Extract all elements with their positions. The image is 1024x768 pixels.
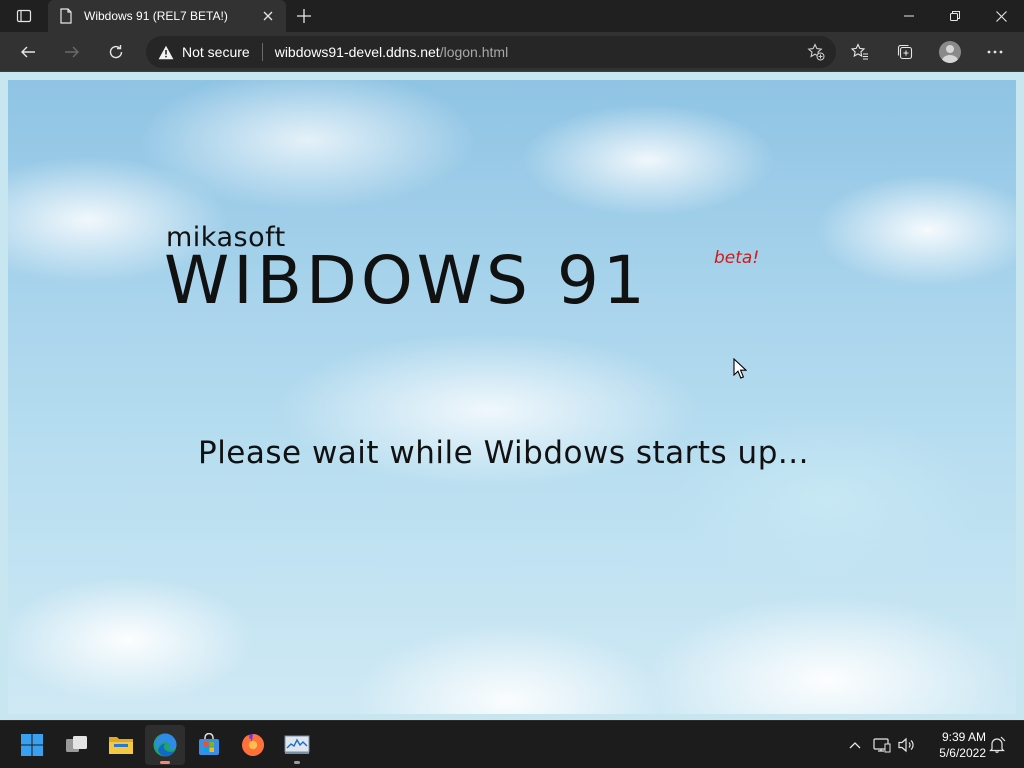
favorites-icon — [851, 43, 868, 60]
clock-date: 5/6/2022 — [939, 746, 986, 760]
close-icon — [995, 10, 1007, 22]
restore-button[interactable] — [932, 0, 978, 32]
more-icon — [987, 50, 1003, 54]
edge-button[interactable] — [145, 725, 185, 765]
windows-logo-icon — [21, 734, 43, 756]
restore-icon — [950, 11, 960, 21]
minimize-icon — [904, 15, 914, 17]
store-button[interactable] — [189, 725, 229, 765]
address-bar[interactable]: Not secure wibdows91-devel.ddns.net/logo… — [146, 36, 836, 68]
minimize-button[interactable] — [886, 0, 932, 32]
browser-tab-bar: Wibdows 91 (REL7 BETA!) — [0, 0, 1024, 32]
page-icon — [58, 8, 74, 24]
clock[interactable]: 9:39 AM 5/6/2022 — [926, 729, 986, 761]
settings-menu-button[interactable] — [979, 36, 1011, 68]
network-icon — [873, 738, 891, 753]
browser-toolbar: Not secure wibdows91-devel.ddns.net/logo… — [0, 32, 1024, 72]
collections-icon — [897, 44, 913, 60]
star-add-icon — [807, 43, 825, 61]
forward-button[interactable] — [56, 36, 88, 68]
task-view-icon — [66, 736, 87, 752]
favorites-button[interactable] — [844, 36, 876, 68]
show-hidden-icons-button[interactable] — [845, 735, 865, 755]
tab-title: Wibdows 91 (REL7 BETA!) — [84, 9, 228, 23]
chevron-up-icon — [849, 742, 861, 749]
profile-button[interactable] — [934, 36, 966, 68]
file-explorer-button[interactable] — [101, 725, 141, 765]
notification-bell-icon — [989, 736, 1006, 753]
url-path: /logon.html — [439, 44, 509, 60]
security-label[interactable]: Not secure — [182, 44, 250, 60]
address-separator — [261, 43, 263, 61]
cloud-background: mikasoft WIBDOWS 91 beta! Please wait wh… — [8, 80, 1016, 714]
product-logo: WIBDOWS 91 — [164, 242, 649, 319]
running-indicator — [294, 761, 300, 764]
firefox-icon — [242, 733, 265, 756]
volume-button[interactable] — [897, 735, 917, 755]
task-view-button[interactable] — [57, 725, 97, 765]
forward-arrow-icon — [65, 46, 79, 58]
active-indicator — [160, 761, 170, 764]
speaker-icon — [898, 737, 914, 753]
network-button[interactable] — [872, 735, 892, 755]
collections-button[interactable] — [889, 36, 921, 68]
notifications-button[interactable] — [988, 735, 1008, 755]
start-button[interactable] — [12, 725, 52, 765]
mouse-cursor-icon — [733, 358, 747, 379]
task-manager-icon — [284, 735, 310, 754]
page-viewport: mikasoft WIBDOWS 91 beta! Please wait wh… — [0, 72, 1024, 720]
warning-icon — [158, 45, 174, 59]
tab-actions-icon — [16, 9, 32, 23]
task-manager-button[interactable] — [277, 725, 317, 765]
beta-label: beta! — [714, 248, 760, 268]
close-tab-icon[interactable] — [260, 8, 276, 24]
new-tab-button[interactable] — [292, 5, 316, 27]
refresh-icon — [109, 45, 123, 59]
clock-time: 9:39 AM — [941, 730, 986, 744]
startup-message: Please wait while Wibdows starts up... — [198, 435, 809, 471]
folder-icon — [109, 737, 133, 754]
url-host: wibdows91-devel.ddns.net — [274, 44, 440, 60]
back-button[interactable] — [12, 36, 44, 68]
firefox-button[interactable] — [233, 725, 273, 765]
tab-actions-button[interactable] — [8, 4, 40, 28]
add-favorite-button[interactable] — [806, 42, 826, 62]
close-window-button[interactable] — [978, 0, 1024, 32]
store-icon — [199, 733, 219, 755]
taskbar: 9:39 AM 5/6/2022 — [0, 720, 1024, 768]
refresh-button[interactable] — [100, 36, 132, 68]
avatar — [939, 41, 961, 63]
edge-icon — [153, 733, 177, 757]
plus-icon — [297, 9, 311, 23]
browser-tab[interactable]: Wibdows 91 (REL7 BETA!) — [48, 0, 286, 32]
back-arrow-icon — [21, 46, 35, 58]
